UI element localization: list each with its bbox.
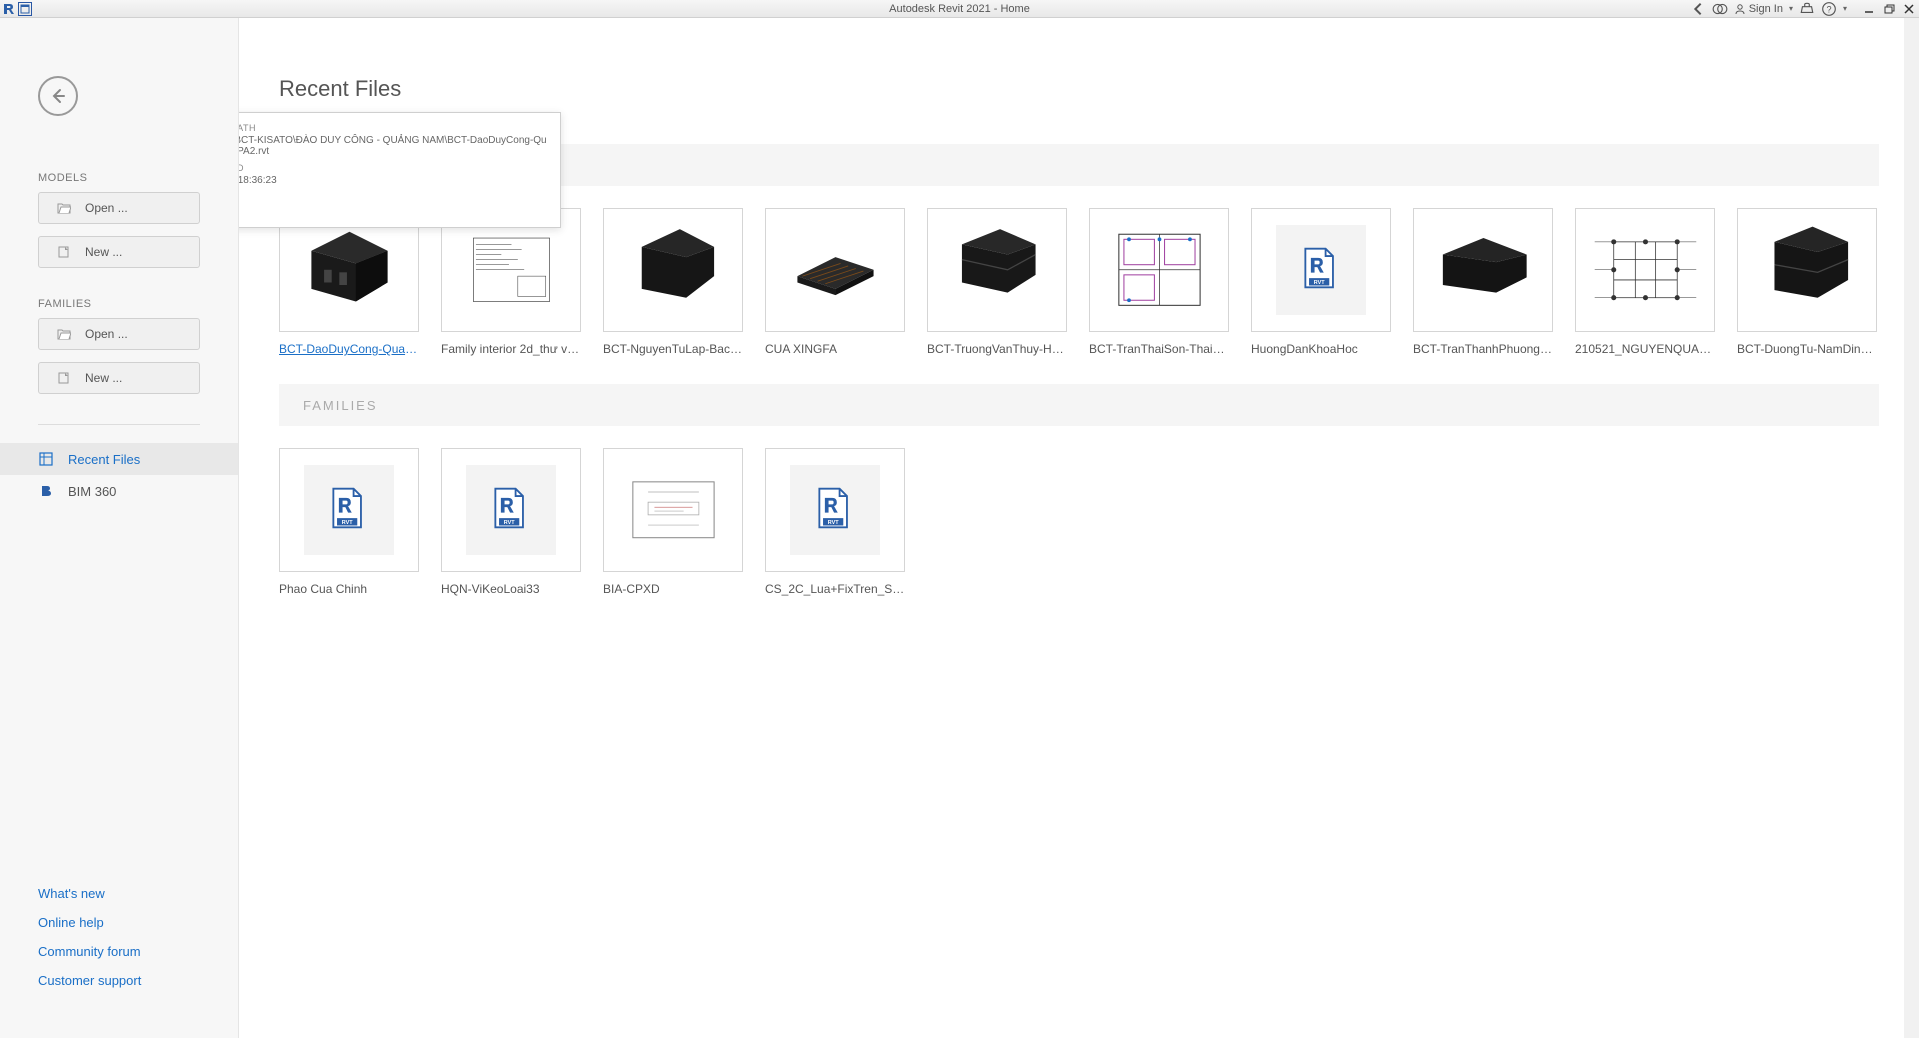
file-label: BCT-DuongTu-NamDinh- ... [1737,342,1877,356]
file-label: BCT-DaoDuyCong-Quang... [279,342,419,356]
left-arrow-icon[interactable] [1690,1,1706,17]
file-thumbnail [441,448,581,572]
open-label: Open ... [85,201,128,215]
families-open-button[interactable]: Open ... [38,318,200,350]
revit-logo-icon [2,2,16,16]
file-tile[interactable]: Phao Cua Chinh [279,448,419,596]
tooltip-size: 141.3 MB [239,204,548,215]
footer-customer-support[interactable]: Customer support [38,973,200,988]
file-tile[interactable]: BCT-DuongTu-NamDinh- ... [1737,208,1877,356]
sign-in-button[interactable]: Sign In [1734,3,1783,15]
file-tile[interactable]: 210521_NGUYENQUANGH... [1575,208,1715,356]
open-label: Open ... [85,327,128,341]
file-tile[interactable]: BCT-TranThanhPhuong-D... [1413,208,1553,356]
home-icon[interactable] [18,2,32,16]
file-label: HuongDanKhoaHoc [1251,342,1391,356]
sidebar-divider [38,424,200,425]
sign-in-label: Sign In [1749,3,1783,15]
restore-button[interactable] [1881,1,1897,17]
file-tile[interactable]: HuongDanKhoaHoc [1251,208,1391,356]
footer-community-forum[interactable]: Community forum [38,944,200,959]
families-new-button[interactable]: New ... [38,362,200,394]
models-open-button[interactable]: Open ... [38,192,200,224]
help-chevron-icon[interactable]: ▾ [1843,4,1847,13]
file-thumbnail [927,208,1067,332]
file-label: CUA XINGFA [765,342,905,356]
file-tile[interactable]: CS_2C_Lua+FixTren_SC95 [765,448,905,596]
models-new-button[interactable]: New ... [38,236,200,268]
families-section-header: FAMILIES [279,384,1879,426]
file-thumbnail [1575,208,1715,332]
file-tile[interactable]: BCT-NguyenTuLap-BacNinh [603,208,743,356]
tooltip-modified: 06/30/21 18:36:23 [239,175,548,186]
svg-text:?: ? [1826,4,1831,14]
file-thumbnail [1089,208,1229,332]
file-label: HQN-ViKeoLoai33 [441,582,581,596]
file-label: BCT-TruongVanThuy-Hun... [927,342,1067,356]
tooltip-saved-path: D:\HQN-BCT-KISATO\ĐÀO DUY CÔNG - QUẢNG N… [239,135,548,157]
page-title: Recent Files [279,76,1879,102]
file-tile[interactable]: BCT-TruongVanThuy-Hun... [927,208,1067,356]
sidebar: MODELS Open ... New ... FAMILIES Open ..… [0,18,239,1038]
new-label: New ... [85,245,122,259]
nav-bim360-label: BIM 360 [68,484,116,499]
file-thumbnail [603,208,743,332]
nav-recent-files[interactable]: Recent Files [0,443,238,475]
file-tile[interactable]: HQN-ViKeoLoai33 [441,448,581,596]
file-tile[interactable]: BCT-DaoDuyCong-Quang...SAVED PATHD:\HQN-… [279,208,419,356]
close-button[interactable] [1901,1,1917,17]
app-title: Autodesk Revit 2021 - Home [889,3,1030,15]
footer-online-help[interactable]: Online help [38,915,200,930]
models-tiles: BCT-DaoDuyCong-Quang...SAVED PATHD:\HQN-… [279,208,1879,356]
file-thumbnail [1737,208,1877,332]
titlebar: Autodesk Revit 2021 - Home Sign In ▾ ? ▾ [0,0,1919,18]
tooltip-size-label: SIZE [239,192,548,202]
file-thumbnail [765,448,905,572]
tooltip-modified-label: MODIFIED [239,163,548,173]
file-thumbnail [765,208,905,332]
info-center-icon[interactable] [1712,1,1728,17]
families-tiles: Phao Cua Chinh HQN-ViKeoLoai33 BIA-CPXD CS_… [279,448,1879,596]
file-tile[interactable]: Family interior 2d_thư việ... [441,208,581,356]
file-tile[interactable]: CUA XINGFA [765,208,905,356]
sidebar-families-label: FAMILIES [38,298,200,310]
sidebar-models-label: MODELS [38,172,200,184]
file-tooltip: SAVED PATH D:\HQN-BCT-KISATO\ĐÀO DUY CÔNG… [239,112,561,228]
file-label: BCT-TranThaiSon-ThaiBinh [1089,342,1229,356]
file-thumbnail [1251,208,1391,332]
file-label: Phao Cua Chinh [279,582,419,596]
nav-recent-label: Recent Files [68,452,140,467]
file-tile[interactable]: BCT-TranThaiSon-ThaiBinh [1089,208,1229,356]
file-label: BCT-NguyenTuLap-BacNinh [603,342,743,356]
file-label: BCT-TranThanhPhuong-D... [1413,342,1553,356]
back-button[interactable] [38,76,78,116]
new-label: New ... [85,371,122,385]
nav-bim360[interactable]: BIM 360 [0,475,238,507]
file-thumbnail [603,448,743,572]
file-label: CS_2C_Lua+FixTren_SC95 [765,582,905,596]
tooltip-saved-path-label: SAVED PATH [239,123,548,133]
sign-in-chevron-icon[interactable]: ▾ [1789,4,1793,13]
file-thumbnail [1413,208,1553,332]
content: Recent Files MODELS BCT-DaoDuyCong-Quang… [239,18,1919,1038]
file-tile[interactable]: BIA-CPXD [603,448,743,596]
footer-whats-new[interactable]: What's new [38,886,200,901]
file-thumbnail [279,448,419,572]
file-label: 210521_NGUYENQUANGH... [1575,342,1715,356]
file-label: Family interior 2d_thư việ... [441,342,581,356]
exchange-apps-icon[interactable] [1799,1,1815,17]
file-label: BIA-CPXD [603,582,743,596]
minimize-button[interactable] [1861,1,1877,17]
help-icon[interactable]: ? [1821,1,1837,17]
